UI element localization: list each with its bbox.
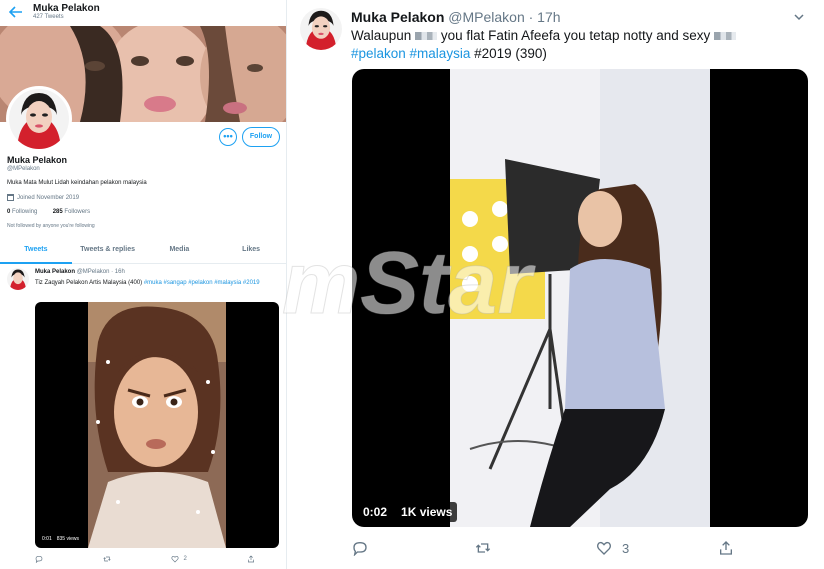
retweet-icon bbox=[475, 543, 491, 553]
video-views: 835 views bbox=[56, 536, 79, 542]
profile-tweet[interactable]: Muka Pelakon @MPelakon · 16h Tiz Zaqyah … bbox=[0, 264, 286, 569]
tweet-text-mid: you flat Fatin Afeefa you tetap notty an… bbox=[440, 28, 711, 43]
tab-tweets[interactable]: Tweets bbox=[0, 237, 72, 264]
tweet-text: Tiz Zaqyah Pelakon Artis Malaysia (400) … bbox=[35, 279, 281, 288]
share-icon bbox=[720, 541, 732, 555]
tweet-hashtags[interactable]: #muka #sangap #pelakon #malaysia bbox=[144, 280, 241, 286]
reply-button[interactable] bbox=[352, 540, 368, 556]
tweet-avatar[interactable] bbox=[7, 268, 29, 290]
following-label: Following bbox=[12, 209, 38, 215]
like-button[interactable]: 3 bbox=[596, 540, 629, 556]
profile-bio: Muka Mata Mulut Lidah keindahan pelakon … bbox=[7, 180, 147, 186]
profile-handle: @MPelakon bbox=[7, 166, 40, 172]
share-icon bbox=[248, 555, 254, 563]
tweet-detail-header: Muka Pelakon @MPelakon · 17h bbox=[351, 9, 561, 25]
video-frame bbox=[450, 69, 710, 527]
following-link[interactable]: 0 Following bbox=[7, 209, 37, 215]
censored-emoji bbox=[714, 32, 737, 41]
tweet-detail-text: Walaupun you flat Fatin Afeefa you tetap… bbox=[351, 27, 811, 63]
video-time: 0:01 bbox=[42, 536, 52, 542]
tweet-detail-video[interactable]: 0:02 1K views bbox=[352, 69, 808, 527]
follow-button[interactable]: Follow bbox=[242, 127, 280, 147]
retweet-icon bbox=[103, 556, 111, 562]
profile-stats: 0 Following 285 Followers bbox=[7, 209, 90, 215]
joined-text: Joined November 2019 bbox=[17, 194, 80, 201]
profile-avatar[interactable] bbox=[6, 86, 72, 152]
tweet-detail-meta: @MPelakon · 17h bbox=[448, 9, 561, 25]
not-followed-note: Not followed by anyone you're following bbox=[7, 223, 95, 229]
heart-icon bbox=[597, 541, 611, 555]
chevron-down-icon[interactable] bbox=[794, 12, 804, 22]
video-frame bbox=[88, 302, 226, 548]
followers-count: 285 bbox=[52, 209, 63, 215]
profile-name: Muka Pelakon bbox=[7, 155, 68, 165]
heart-icon bbox=[171, 555, 179, 563]
like-button[interactable]: 2 bbox=[171, 555, 187, 563]
like-count: 2 bbox=[183, 556, 187, 562]
tweet-video[interactable]: 0:01 835 views bbox=[35, 302, 279, 548]
tweet-detail-author[interactable]: Muka Pelakon bbox=[351, 9, 444, 25]
tweet-detail-actions: 3 bbox=[352, 540, 742, 560]
followers-link[interactable]: 285 Followers bbox=[53, 209, 90, 215]
header-tweet-count: 427 Tweets bbox=[33, 14, 64, 20]
tab-likes[interactable]: Likes bbox=[215, 237, 286, 263]
retweet-button[interactable] bbox=[103, 555, 111, 563]
tweet-hashtag-year[interactable]: #2019 bbox=[243, 280, 260, 286]
tab-tweets-replies[interactable]: Tweets & replies bbox=[72, 237, 144, 263]
profile-joined: Joined November 2019 bbox=[7, 194, 79, 201]
video-views: 1K views bbox=[396, 502, 458, 522]
profile-tabs: Tweets Tweets & replies Media Likes bbox=[0, 237, 286, 264]
tweet-header: Muka Pelakon @MPelakon · 16h bbox=[35, 269, 125, 275]
profile-topbar: Muka Pelakon 427 Tweets bbox=[0, 0, 286, 26]
censored-word bbox=[415, 32, 438, 41]
tweet-author-name[interactable]: Muka Pelakon bbox=[35, 269, 75, 275]
video-badge: 0:02 1K views bbox=[358, 502, 458, 522]
tweet-text-start: Walaupun bbox=[351, 28, 412, 43]
tweet-detail-hashtags[interactable]: #pelakon #malaysia bbox=[351, 46, 470, 61]
tweet-detail-panel: Muka Pelakon @MPelakon · 17h Walaupun yo… bbox=[288, 0, 824, 569]
calendar-icon bbox=[7, 194, 14, 201]
tweet-detail-tail: #2019 (390) bbox=[474, 46, 547, 61]
like-count: 3 bbox=[622, 540, 630, 556]
tweet-actions: 2 bbox=[35, 555, 255, 563]
tweet-meta: @MPelakon · 16h bbox=[76, 269, 125, 275]
retweet-button[interactable] bbox=[474, 540, 492, 556]
back-arrow-icon[interactable] bbox=[9, 6, 23, 18]
tweet-body: Tiz Zaqyah Pelakon Artis Malaysia (400) bbox=[35, 280, 143, 286]
tweet-detail-avatar[interactable] bbox=[300, 8, 342, 50]
following-count: 0 bbox=[7, 209, 11, 215]
header-profile-name: Muka Pelakon bbox=[33, 3, 100, 14]
tab-media[interactable]: Media bbox=[144, 237, 216, 263]
reply-icon bbox=[353, 541, 367, 556]
profile-panel: Muka Pelakon 427 Tweets ••• Follow Muka … bbox=[0, 0, 287, 569]
followers-label: Followers bbox=[64, 209, 91, 215]
video-time: 0:02 bbox=[358, 502, 393, 522]
video-badge: 0:01 835 views bbox=[39, 534, 82, 544]
share-button[interactable] bbox=[718, 540, 734, 556]
more-options-button[interactable]: ••• bbox=[219, 128, 237, 146]
reply-button[interactable] bbox=[35, 555, 43, 563]
share-button[interactable] bbox=[247, 555, 255, 563]
reply-icon bbox=[35, 555, 43, 563]
